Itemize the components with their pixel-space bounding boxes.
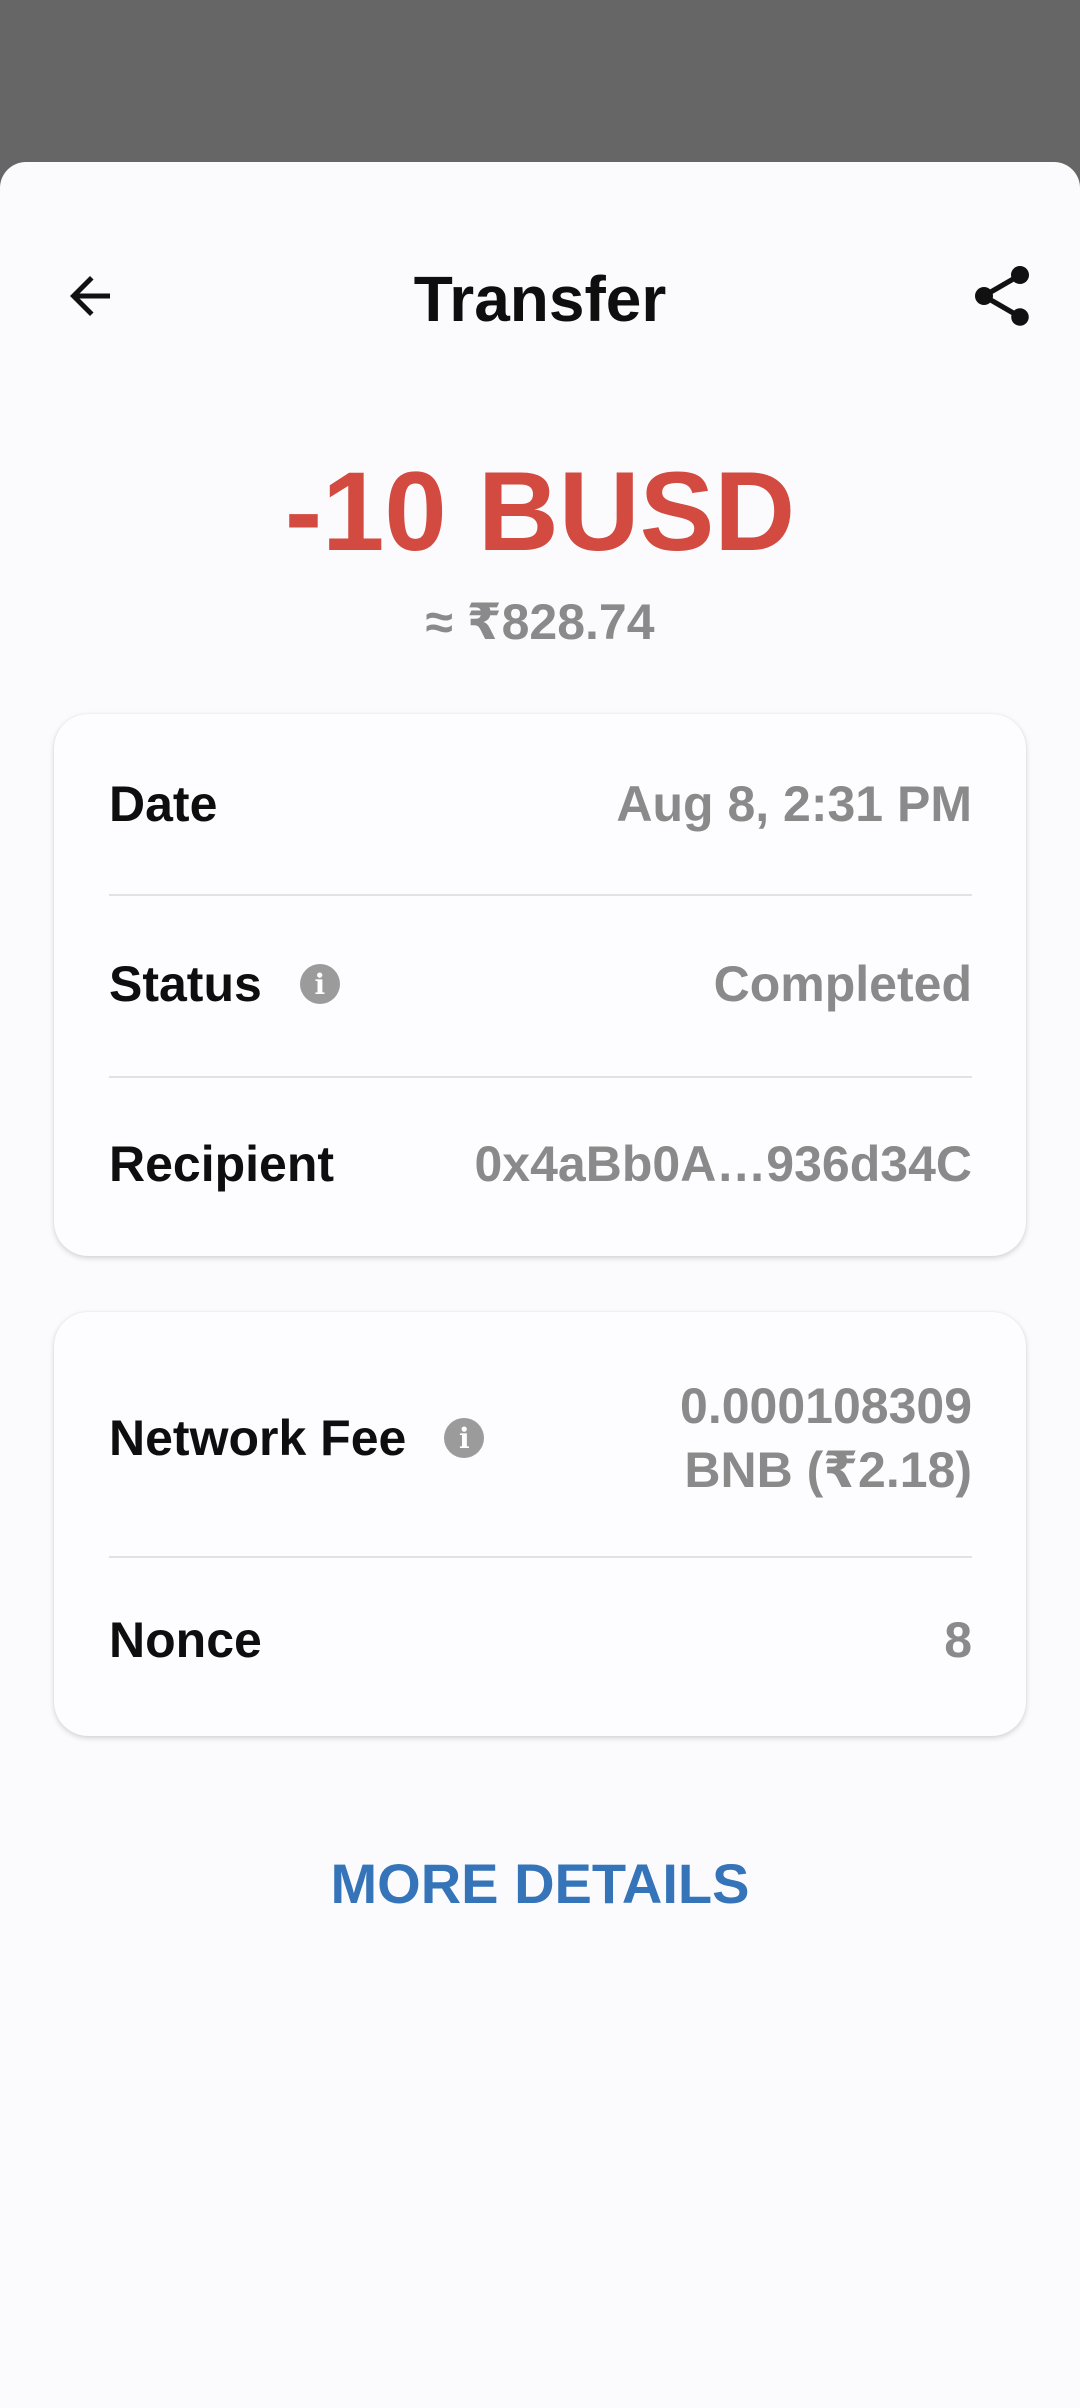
transfer-fiat-amount: ≈ ₹828.74 <box>425 594 655 650</box>
share-button[interactable] <box>952 246 1052 346</box>
page-title: Transfer <box>413 263 667 335</box>
divider <box>109 894 972 896</box>
status-label-group: Status i <box>109 954 340 1014</box>
status-row: Status i Completed <box>109 954 972 1014</box>
share-icon <box>975 266 1029 326</box>
divider <box>109 1076 972 1078</box>
recipient-label: Recipient <box>109 1136 335 1192</box>
header-bar: Transfer <box>0 226 1080 366</box>
status-value: Completed <box>713 956 972 1012</box>
nonce-label: Nonce <box>109 1612 262 1668</box>
date-value: Aug 8, 2:31 PM <box>616 776 972 832</box>
recipient-row: Recipient 0x4aBb0A…936d34C <box>109 1134 972 1194</box>
fee-card: Network Fee i 0.000108309 BNB (₹2.18) No… <box>54 1312 1026 1736</box>
network-fee-label: Network Fee <box>109 1410 407 1466</box>
nonce-value: 8 <box>944 1612 972 1668</box>
more-details-button[interactable]: MORE DETAILS <box>0 1852 1080 1916</box>
date-label: Date <box>109 776 218 832</box>
divider <box>109 1556 972 1558</box>
network-fee-label-group: Network Fee i <box>109 1408 485 1468</box>
network-fee-info-icon[interactable]: i <box>444 1418 485 1458</box>
details-card: Date Aug 8, 2:31 PM Status i Completed R… <box>54 714 1026 1256</box>
status-label: Status <box>109 956 262 1012</box>
transfer-sheet: Transfer -10 BUSD ≈ ₹828.74 Date Aug 8, … <box>0 162 1080 2408</box>
status-info-icon[interactable]: i <box>299 964 340 1004</box>
nonce-row: Nonce 8 <box>109 1610 972 1670</box>
network-fee-fiat: BNB (₹2.18) <box>684 1442 972 1498</box>
transfer-amount: -10 BUSD <box>284 449 796 574</box>
network-fee-amount: 0.000108309 <box>680 1378 972 1434</box>
recipient-address[interactable]: 0x4aBb0A…936d34C <box>475 1133 973 1195</box>
network-fee-value: 0.000108309 BNB (₹2.18) <box>680 1374 972 1502</box>
network-fee-row: Network Fee i 0.000108309 BNB (₹2.18) <box>109 1374 972 1502</box>
date-row: Date Aug 8, 2:31 PM <box>109 774 972 834</box>
